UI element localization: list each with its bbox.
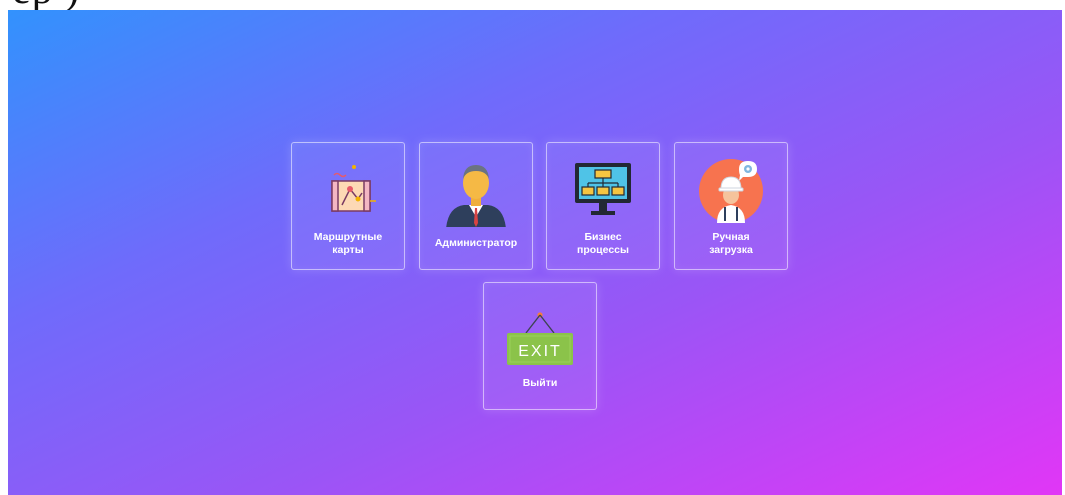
- header-text-fragment: ер ): [12, 0, 80, 10]
- manual-upload-label: Ручная загрузка: [709, 231, 753, 256]
- administrator-label: Администратор: [434, 237, 518, 249]
- administrator-tile[interactable]: Администратор: [419, 142, 533, 270]
- manual-upload-icon: [675, 155, 787, 227]
- route-maps-tile[interactable]: Маршрутные карты: [291, 142, 405, 270]
- route-maps-label: Маршрутные карты: [313, 231, 383, 256]
- menu-background: Маршрутные карты Администратор Бизнес пр…: [8, 10, 1062, 495]
- top-text-fragment: ер ): [0, 0, 1065, 10]
- exit-sign-text: EXIT: [518, 343, 562, 360]
- exit-label: Выйти: [522, 377, 558, 389]
- exit-sign-icon: EXIT: [484, 295, 596, 367]
- business-processes-tile[interactable]: Бизнес процессы: [546, 142, 660, 270]
- administrator-icon: [420, 155, 532, 227]
- manual-upload-tile[interactable]: Ручная загрузка: [674, 142, 788, 270]
- exit-tile[interactable]: EXIT Выйти: [483, 282, 597, 410]
- business-process-icon: [547, 155, 659, 227]
- route-map-icon: [292, 155, 404, 227]
- business-processes-label: Бизнес процессы: [577, 231, 629, 256]
